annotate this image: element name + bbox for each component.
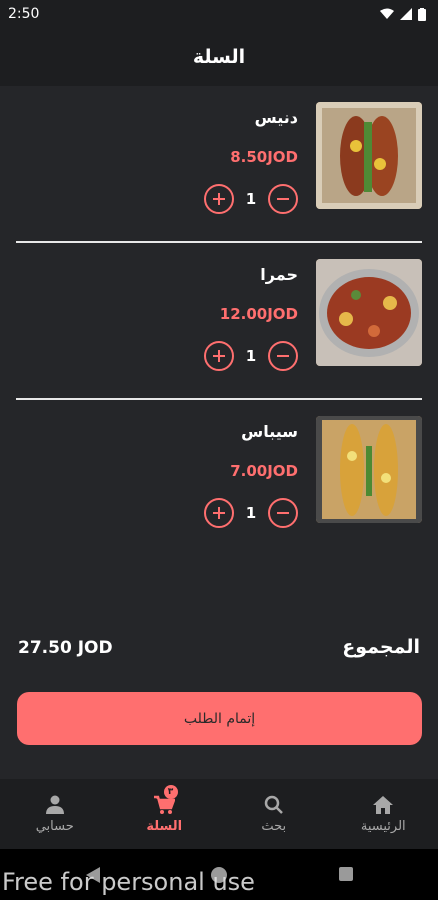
increase-quantity-button[interactable] <box>204 341 234 371</box>
status-bar: 2:50 <box>0 0 438 28</box>
nav-item-search[interactable]: بحث <box>219 779 329 849</box>
item-name: دنيس <box>254 108 298 127</box>
total-label: المجموع <box>342 636 420 658</box>
quantity-stepper: 1 <box>204 341 298 371</box>
total-value: 27.50 JOD <box>18 638 113 658</box>
watermark: Free for personal use <box>2 868 255 896</box>
nav-item-cart[interactable]: ٣ السلة <box>110 779 220 849</box>
nav-item-account[interactable]: حسابي <box>0 779 110 849</box>
bottom-nav: الرئيسية بحث ٣ السلة حسابي <box>0 779 438 849</box>
minus-icon <box>277 512 289 514</box>
signal-icon <box>400 8 412 20</box>
cart-item: حمرا 12.00JOD 1 <box>0 243 438 399</box>
nav-label: حسابي <box>35 818 74 834</box>
item-name: حمرا <box>260 265 298 284</box>
battery-icon <box>418 7 426 21</box>
app-header: السلة <box>0 28 438 86</box>
decrease-quantity-button[interactable] <box>268 184 298 214</box>
minus-icon <box>277 198 289 200</box>
minus-icon <box>277 355 289 357</box>
item-price: 7.00JOD <box>230 462 298 480</box>
page-title: السلة <box>192 46 246 68</box>
decrease-quantity-button[interactable] <box>268 498 298 528</box>
seabass-image <box>316 416 422 523</box>
item-name: سيباس <box>241 422 298 441</box>
status-time: 2:50 <box>8 6 40 22</box>
status-icons <box>380 7 426 21</box>
increase-quantity-button[interactable] <box>204 184 234 214</box>
search-icon <box>264 795 283 814</box>
fish-tray-image <box>316 259 422 366</box>
nav-label: بحث <box>261 818 287 834</box>
home-icon <box>373 795 394 814</box>
quantity-stepper: 1 <box>204 498 298 528</box>
decrease-quantity-button[interactable] <box>268 341 298 371</box>
quantity-stepper: 1 <box>204 184 298 214</box>
cart-badge: ٣ <box>163 785 178 799</box>
cart-item: دنيس 8.50JOD 1 <box>0 86 438 242</box>
quantity-value: 1 <box>245 190 257 208</box>
nav-item-home[interactable]: الرئيسية <box>329 779 438 849</box>
nav-label: السلة <box>146 818 183 834</box>
recents-icon[interactable] <box>339 867 353 881</box>
item-price: 8.50JOD <box>230 148 298 166</box>
cart-item: سيباس 7.00JOD 1 <box>0 400 438 556</box>
quantity-value: 1 <box>245 504 257 522</box>
plus-icon <box>213 507 225 519</box>
item-price: 12.00JOD <box>219 305 298 323</box>
plus-icon <box>213 193 225 205</box>
wifi-icon <box>380 8 394 19</box>
nav-label: الرئيسية <box>360 818 406 834</box>
person-icon <box>45 795 64 814</box>
increase-quantity-button[interactable] <box>204 498 234 528</box>
checkout-button[interactable]: إتمام الطلب <box>17 692 422 745</box>
grilled-fish-image <box>316 102 422 209</box>
quantity-value: 1 <box>245 347 257 365</box>
plus-icon <box>213 350 225 362</box>
